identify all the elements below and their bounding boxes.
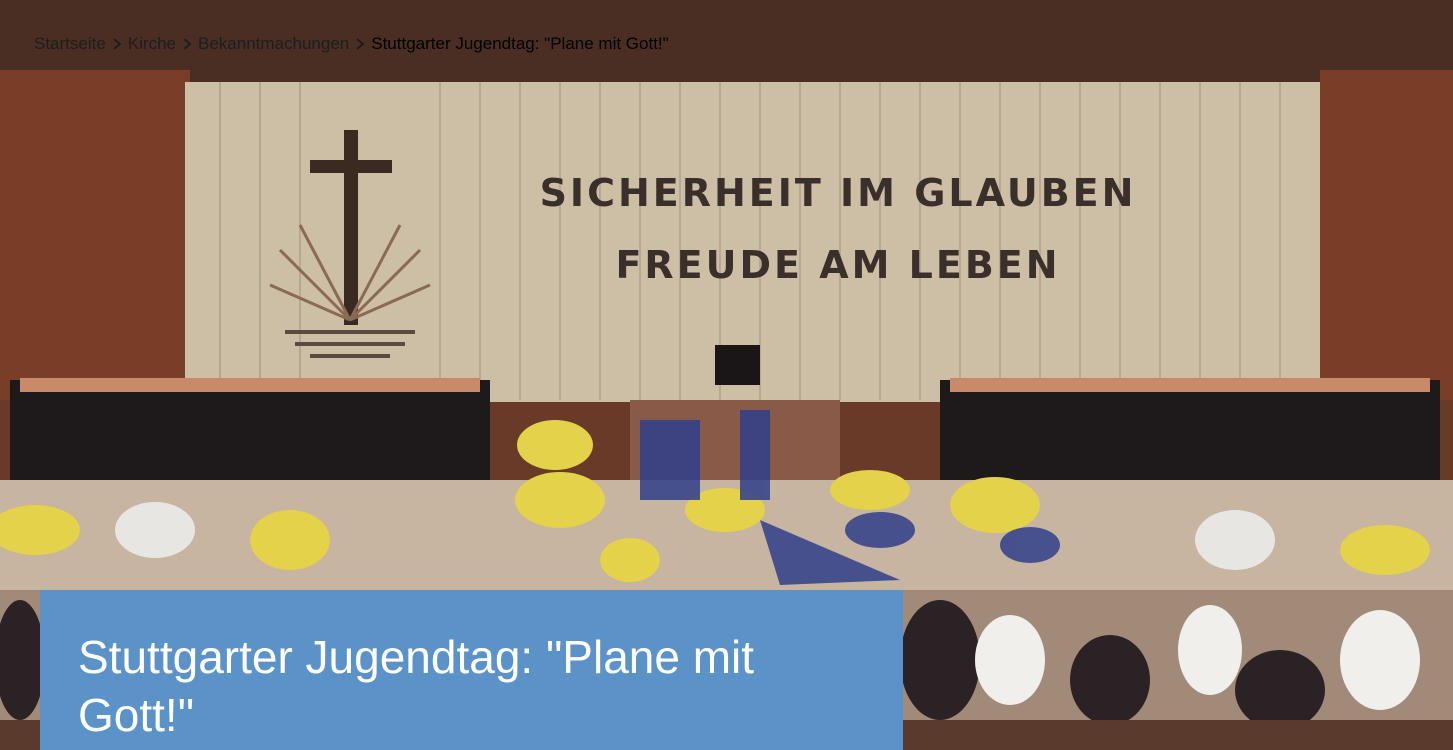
wall-slogan-line-2: FREUDE AM LEBEN xyxy=(615,243,1060,287)
page-title: Stuttgarter Jugendtag: "Plane mit Gott!" xyxy=(78,631,755,741)
chevron-right-icon xyxy=(183,38,192,50)
chevron-right-icon xyxy=(356,38,365,50)
breadcrumb: Startseite Kirche Bekanntmachungen Stutt… xyxy=(34,34,669,54)
chevron-right-icon xyxy=(113,38,122,50)
wall-slogan-line-1: SICHERHEIT IM GLAUBEN xyxy=(540,171,1137,215)
breadcrumb-current: Stuttgarter Jugendtag: "Plane mit Gott!" xyxy=(371,34,669,53)
article-title-box: Stuttgarter Jugendtag: "Plane mit Gott!" xyxy=(40,590,903,750)
breadcrumb-link-startseite[interactable]: Startseite xyxy=(34,34,106,54)
breadcrumb-link-kirche[interactable]: Kirche xyxy=(128,34,176,54)
breadcrumb-link-bekanntmachungen[interactable]: Bekanntmachungen xyxy=(198,34,349,54)
